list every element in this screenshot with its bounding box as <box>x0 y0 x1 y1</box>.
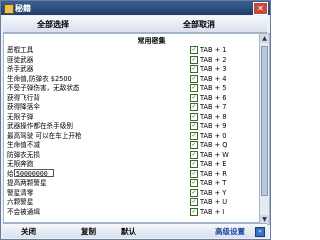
cheat-row[interactable]: 不会被通缉 ✓ TAB + I <box>4 207 259 216</box>
cheat-row[interactable]: 给 $50000000✓TAB + R <box>4 168 259 178</box>
cheat-label: 不会被通缉 <box>7 207 40 216</box>
hotkey-label: TAB + 7 <box>200 103 227 111</box>
cheat-row[interactable]: 提高两颗警星 ✓ TAB + T <box>4 179 259 187</box>
close-text-button[interactable]: 关闭 <box>21 226 36 237</box>
cheat-label: 生命值,防弹衣 $2500 <box>7 74 72 83</box>
enable-checkbox[interactable]: ✓ <box>190 93 198 102</box>
window-title: 秘籍 <box>15 4 31 13</box>
enable-checkbox[interactable]: ✓ <box>190 46 198 54</box>
enable-checkbox[interactable]: ✓ <box>190 160 198 168</box>
cheat-row[interactable]: 最高驾驶 可以在车上开枪 ✓ TAB + 0 <box>4 131 259 140</box>
hotkey-label: TAB + 2 <box>200 55 227 64</box>
hotkey-label: TAB + E <box>200 160 227 168</box>
enable-checkbox[interactable]: ✓ <box>190 55 198 64</box>
hotkey-label: TAB + U <box>200 198 228 206</box>
app-icon <box>4 4 14 14</box>
cheat-row[interactable]: 获得降落伞 ✓ TAB + 7 <box>4 103 259 111</box>
hotkey-label: TAB + R <box>200 169 227 178</box>
cheat-label: 提高两颗警星 <box>7 179 47 187</box>
hotkey-label: TAB + Y <box>200 188 227 197</box>
enable-checkbox[interactable]: ✓ <box>190 150 198 159</box>
cheat-row[interactable]: 无限子弹 ✓ TAB + 8 <box>4 112 259 121</box>
cheat-row[interactable]: 生命值不减 ✓ TAB + Q <box>4 141 259 149</box>
hotkey-label: TAB + Q <box>200 141 228 149</box>
cheat-row[interactable]: 不受子弹伤害，无敌状态 ✓ TAB + 5 <box>4 84 259 92</box>
hotkey-label: TAB + W <box>200 150 229 159</box>
cheat-label: 匪徒武器 <box>7 55 34 64</box>
enable-checkbox[interactable]: ✓ <box>190 65 198 73</box>
enable-checkbox[interactable]: ✓ <box>190 103 198 111</box>
cheat-label: 无限子弹 <box>7 112 34 121</box>
default-button[interactable]: 默认 <box>121 226 136 237</box>
cheat-label: 获得飞行背 <box>7 93 40 102</box>
cheat-row[interactable]: 生命值,防弹衣 $2500 ✓ TAB + 4 <box>4 74 259 83</box>
enable-checkbox[interactable]: ✓ <box>190 74 198 83</box>
cheat-label: 无限奔跑 <box>7 160 34 168</box>
cheat-row[interactable]: 匪徒武器 ✓ TAB + 2 <box>4 55 259 64</box>
select-all-button[interactable]: 全部选择 <box>37 19 69 30</box>
cheat-row[interactable]: 恶棍工具 ✓ TAB + 1 <box>4 46 259 54</box>
money-amount-input[interactable]: 50000000 <box>14 168 54 178</box>
cheat-label: 恶棍工具 <box>7 46 34 54</box>
cheat-window: 秘籍 ✕ 全部选择 全部取消 常用密集 恶棍工具 ✓ TAB + 1 匪徒武器 ✓ TAB… <box>0 0 271 240</box>
hotkey-label: TAB + 9 <box>200 122 227 130</box>
close-button[interactable]: ✕ <box>253 2 268 15</box>
enable-checkbox[interactable]: ✓ <box>190 207 198 216</box>
advanced-settings-link[interactable]: 高级设置 <box>215 226 245 237</box>
cheat-label: 六颗警星 <box>7 198 34 206</box>
cheat-list: 常用密集 恶棍工具 ✓ TAB + 1 匪徒武器 ✓ TAB + 2 杀手武器 ✓ TAB + … <box>3 33 260 223</box>
enable-checkbox[interactable]: ✓ <box>190 131 198 140</box>
cancel-all-button[interactable]: 全部取消 <box>183 19 215 30</box>
cheat-row[interactable]: 六颗警星 ✓ TAB + U <box>4 198 259 206</box>
enable-checkbox[interactable]: ✓ <box>190 169 198 178</box>
enable-checkbox[interactable]: ✓ <box>190 188 198 197</box>
enable-checkbox[interactable]: ✓ <box>190 179 198 187</box>
cheat-row[interactable]: 杀手武器 ✓ TAB + 3 <box>4 65 259 73</box>
hotkey-label: TAB + 5 <box>200 84 227 92</box>
hotkey-label: TAB + 4 <box>200 74 227 83</box>
cheat-label: 获得降落伞 <box>7 103 40 111</box>
cheat-label: 杀手武器 <box>7 65 34 73</box>
advanced-arrow-icon[interactable]: » <box>255 227 265 237</box>
hotkey-label: TAB + T <box>200 179 227 187</box>
cheat-label: 武器操作都在杀手级别 <box>7 122 73 130</box>
cheat-label: 最高驾驶 可以在车上开枪 <box>7 131 82 140</box>
vertical-scrollbar[interactable]: ▲ ▼ <box>259 33 270 225</box>
scroll-up-arrow-icon[interactable]: ▲ <box>260 34 269 43</box>
enable-checkbox[interactable]: ✓ <box>190 141 198 149</box>
group-header: 常用密集 <box>137 37 166 45</box>
cheat-row[interactable]: 防弹衣无损 ✓ TAB + W <box>4 150 259 159</box>
hotkey-label: TAB + 8 <box>200 112 227 121</box>
scroll-thumb[interactable] <box>261 46 268 196</box>
cheat-label: 防弹衣无损 <box>7 150 40 159</box>
hotkey-label: TAB + 6 <box>200 93 227 102</box>
hotkey-label: TAB + 3 <box>200 65 227 73</box>
hotkey-label: TAB + 1 <box>200 46 227 54</box>
enable-checkbox[interactable]: ✓ <box>190 112 198 121</box>
bottom-bar: 关闭 复制 默认 高级设置 » <box>3 223 267 238</box>
enable-checkbox[interactable]: ✓ <box>190 198 198 206</box>
cheat-label: 生命值不减 <box>7 141 40 149</box>
copy-button[interactable]: 复制 <box>81 226 96 237</box>
cheat-row[interactable]: 武器操作都在杀手级别 ✓ TAB + 9 <box>4 122 259 130</box>
cheat-row[interactable]: 无限奔跑 ✓ TAB + E <box>4 160 259 168</box>
toolbar: 全部选择 全部取消 <box>3 16 267 33</box>
hotkey-label: TAB + 0 <box>200 131 227 140</box>
hotkey-label: TAB + I <box>200 207 225 216</box>
enable-checkbox[interactable]: ✓ <box>190 84 198 92</box>
cheat-row[interactable]: 获得飞行背 ✓ TAB + 6 <box>4 93 259 102</box>
enable-checkbox[interactable]: ✓ <box>190 122 198 130</box>
title-bar[interactable]: 秘籍 ✕ <box>1 1 270 15</box>
cheat-row[interactable]: 警星清零 ✓ TAB + Y <box>4 188 259 197</box>
cheat-label: 不受子弹伤害，无敌状态 <box>7 84 80 92</box>
cheat-label: 警星清零 <box>7 188 34 197</box>
